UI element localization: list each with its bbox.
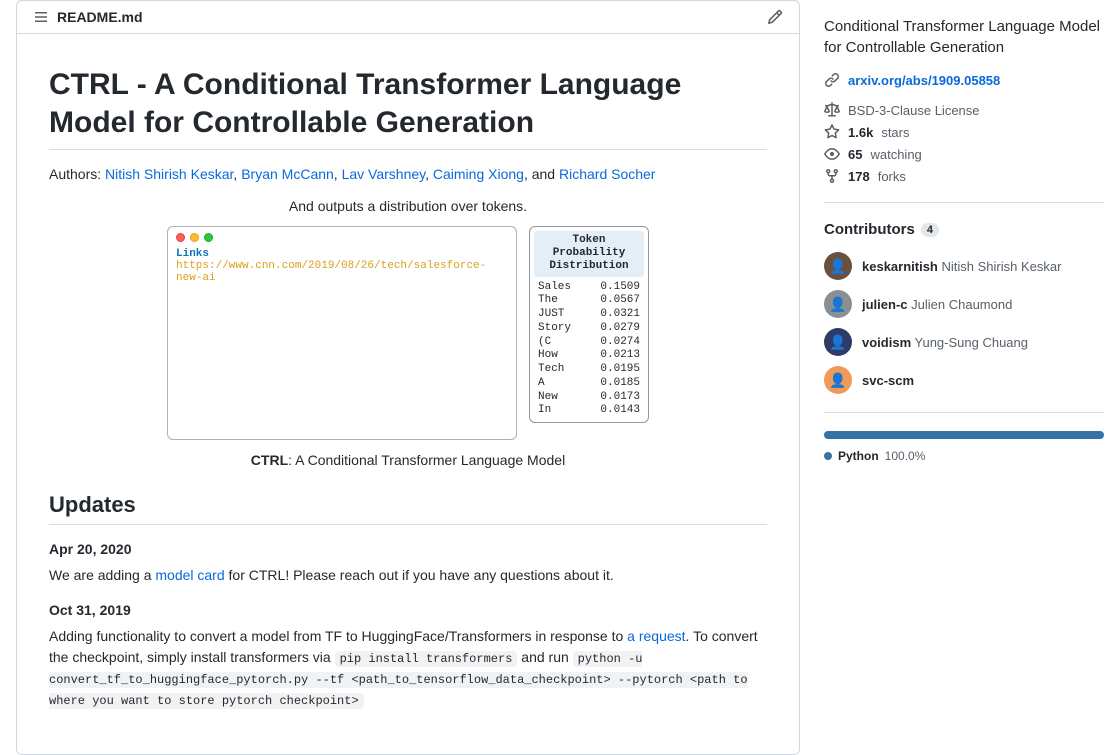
update-body: We are adding a model card for CTRL! Ple… [49, 565, 767, 586]
contributor-row[interactable]: 👤keskarnitish Nitish Shirish Keskar [824, 252, 1104, 280]
license-row[interactable]: BSD-3-Clause License [824, 102, 1104, 118]
distribution-row: (C0.0274 [534, 336, 644, 350]
update-date: Apr 20, 2020 [49, 541, 767, 557]
traffic-light-yellow [190, 233, 199, 242]
link-icon [824, 72, 840, 88]
readme-panel: README.md CTRL - A Conditional Transform… [16, 0, 800, 755]
distribution-panel: Token Probability Distribution Sales0.15… [529, 226, 649, 423]
distribution-row: The0.0567 [534, 294, 644, 308]
avatar: 👤 [824, 290, 852, 318]
homepage-link[interactable]: arxiv.org/abs/1909.05858 [848, 73, 1000, 88]
distribution-row: Tech0.0195 [534, 363, 644, 377]
readme-header: README.md [17, 1, 799, 34]
avatar: 👤 [824, 366, 852, 394]
distribution-row: JUST0.0321 [534, 308, 644, 322]
model-card-link[interactable]: model card [155, 567, 224, 583]
language-bar [824, 431, 1104, 439]
figure: Links https://www.cnn.com/2019/08/26/tec… [49, 226, 767, 440]
distribution-row: A0.0185 [534, 377, 644, 391]
readme-filename: README.md [57, 9, 143, 25]
about-description: Conditional Transformer Language Model f… [824, 16, 1104, 58]
contributor-row[interactable]: 👤julien-c Julien Chaumond [824, 290, 1104, 318]
list-icon[interactable] [33, 9, 49, 25]
distribution-row: Story0.0279 [534, 322, 644, 336]
code-snippet: pip install transformers [335, 651, 518, 667]
forks-row[interactable]: 178forks [824, 168, 1104, 184]
contributors-heading[interactable]: Contributors 4 [824, 221, 1104, 238]
author-link[interactable]: Richard Socher [559, 166, 656, 182]
distribution-row: In0.0143 [534, 404, 644, 418]
language-dot [824, 452, 832, 460]
author-link[interactable]: Lav Varshney [342, 166, 426, 182]
distribution-row: New0.0173 [534, 391, 644, 405]
distribution-title: Token Probability Distribution [534, 231, 644, 277]
contributors-count: 4 [921, 223, 939, 237]
author-link[interactable]: Bryan McCann [241, 166, 334, 182]
traffic-light-red [176, 233, 185, 242]
contributor-row[interactable]: 👤svc-scm [824, 366, 1104, 394]
sidebar: Conditional Transformer Language Model f… [824, 0, 1104, 755]
figure-top-caption: And outputs a distribution over tokens. [49, 198, 767, 214]
traffic-light-green [204, 233, 213, 242]
contributor-row[interactable]: 👤voidism Yung-Sung Chuang [824, 328, 1104, 356]
update-date: Oct 31, 2019 [49, 602, 767, 618]
authors-line: Authors: Nitish Shirish Keskar, Bryan Mc… [49, 166, 767, 182]
code-panel: Links https://www.cnn.com/2019/08/26/tec… [167, 226, 517, 440]
author-link[interactable]: Caiming Xiong [433, 166, 524, 182]
avatar: 👤 [824, 328, 852, 356]
watching-row[interactable]: 65watching [824, 146, 1104, 162]
update-body: Adding functionality to convert a model … [49, 626, 767, 710]
pencil-icon[interactable] [767, 9, 783, 25]
language-row[interactable]: Python 100.0% [824, 449, 1104, 463]
updates-heading: Updates [49, 492, 767, 525]
distribution-row: Sales0.1509 [534, 281, 644, 295]
avatar: 👤 [824, 252, 852, 280]
request-link[interactable]: a request [627, 628, 685, 644]
stars-row[interactable]: 1.6kstars [824, 124, 1104, 140]
distribution-row: How0.0213 [534, 349, 644, 363]
author-link[interactable]: Nitish Shirish Keskar [105, 166, 233, 182]
page-title: CTRL - A Conditional Transformer Languag… [49, 66, 767, 150]
figure-bottom-caption: CTRL: A Conditional Transformer Language… [49, 452, 767, 468]
